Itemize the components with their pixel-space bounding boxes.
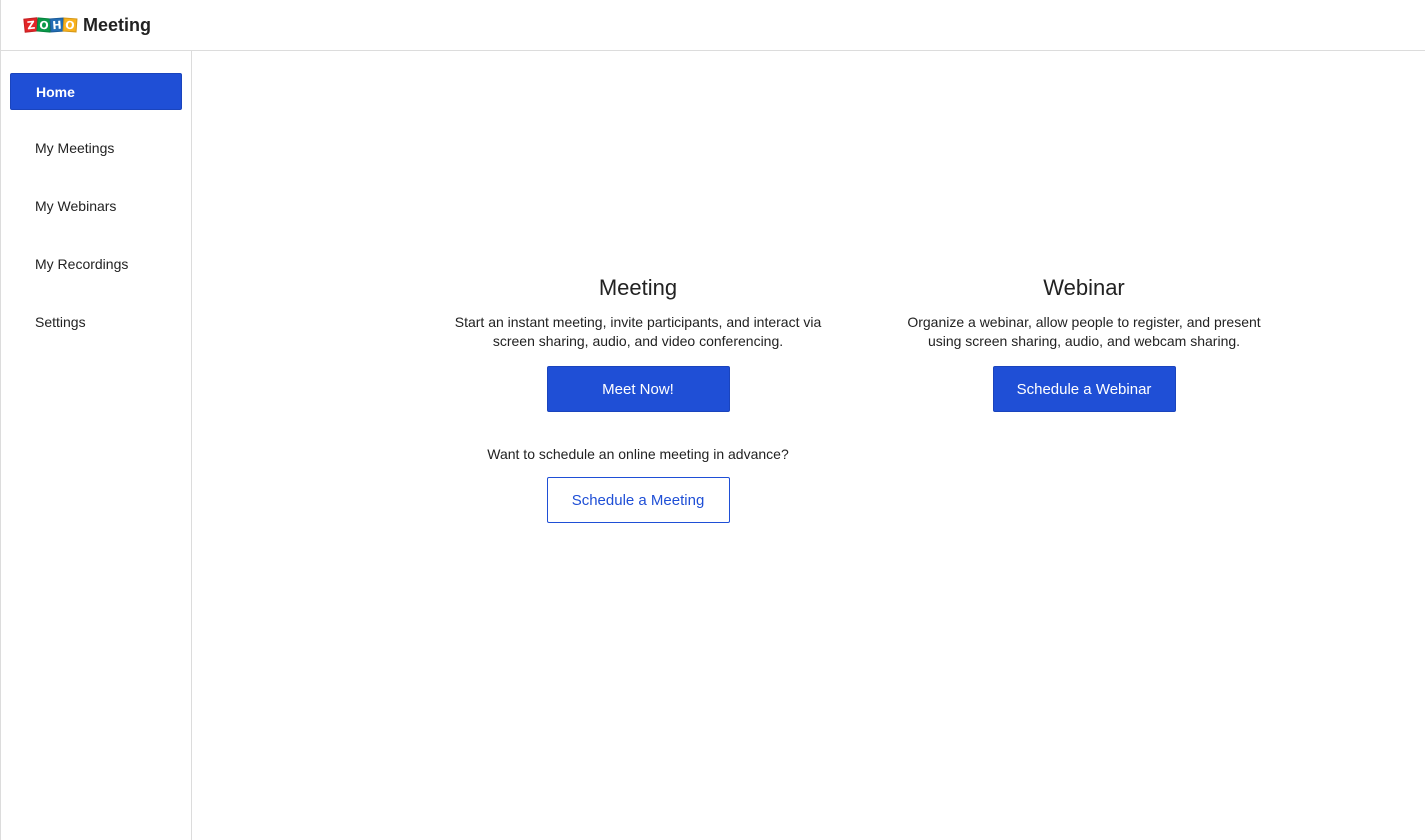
sidebar-item-home[interactable]: Home	[10, 73, 182, 110]
meeting-title: Meeting	[598, 275, 678, 300]
logo-tile-o2: O	[62, 17, 78, 33]
schedule-meeting-prompt: Want to schedule an online meeting in ad…	[487, 446, 789, 462]
sidebar-item-my-webinars[interactable]: My Webinars	[10, 187, 182, 224]
top-header: Z O H O Meeting	[0, 0, 1425, 51]
schedule-meeting-button[interactable]: Schedule a Meeting	[546, 477, 730, 523]
meeting-card: Meeting Start an instant meeting, invite…	[448, 273, 828, 523]
main-content: Meeting Start an instant meeting, invite…	[192, 51, 1425, 840]
sidebar-item-my-meetings[interactable]: My Meetings	[10, 129, 182, 166]
sidebar-item-my-recordings[interactable]: My Recordings	[10, 245, 182, 282]
app-name: Meeting	[83, 14, 152, 35]
schedule-webinar-button[interactable]: Schedule a Webinar	[992, 366, 1176, 412]
sidebar-nav: Home My Meetings My Webinars My Recordin…	[0, 51, 192, 840]
meet-now-button[interactable]: Meet Now!	[546, 366, 730, 412]
webinar-title: Webinar	[1043, 275, 1125, 300]
sidebar-item-settings[interactable]: Settings	[10, 303, 182, 340]
webinar-card: Webinar Organize a webinar, allow people…	[894, 273, 1274, 412]
meeting-description: Start an instant meeting, invite partici…	[454, 314, 822, 349]
webinar-description: Organize a webinar, allow people to regi…	[907, 314, 1261, 349]
zoho-logo[interactable]: Z O H O	[23, 17, 78, 33]
